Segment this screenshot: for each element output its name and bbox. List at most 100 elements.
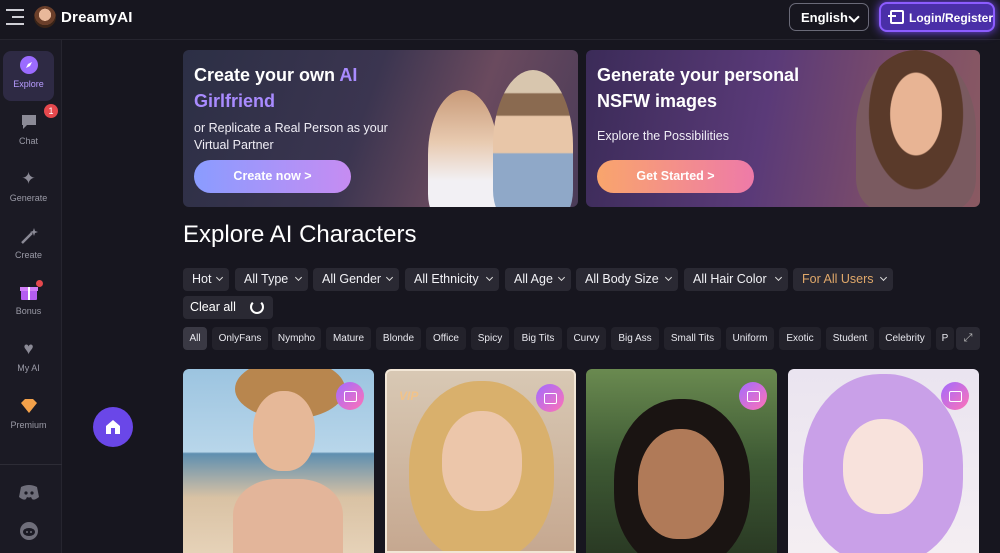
tag-nympho[interactable]: Nympho <box>272 327 321 350</box>
vip-badge: VIP <box>399 389 419 403</box>
login-register-button[interactable]: Login/Register <box>879 2 995 32</box>
language-select[interactable]: English <box>789 3 869 31</box>
generate-image-icon[interactable] <box>536 384 564 412</box>
get-started-button[interactable]: Get Started > <box>597 160 754 193</box>
tag-student[interactable]: Student <box>826 327 874 350</box>
banner-character-image <box>428 90 498 207</box>
chevron-down-icon <box>774 273 783 282</box>
character-card[interactable] <box>183 369 374 553</box>
character-card[interactable] <box>788 369 979 553</box>
filter-label: Hot <box>192 272 212 286</box>
banner-subtitle-line: or Replicate a Real Person as your <box>194 121 388 135</box>
chevron-down-icon <box>385 273 394 282</box>
filter-gender[interactable]: All Gender <box>313 268 399 291</box>
banner-title: Create your own AI Girlfriend <box>194 62 357 114</box>
chevron-down-icon <box>557 273 566 282</box>
generate-image-icon[interactable] <box>941 382 969 410</box>
sidebar-divider <box>0 464 62 465</box>
nsfw-images-banner[interactable]: Generate your personal NSFW images Explo… <box>586 50 980 207</box>
tag-uniform[interactable]: Uniform <box>726 327 774 350</box>
tag-office[interactable]: Office <box>426 327 466 350</box>
tag-big-ass[interactable]: Big Ass <box>611 327 659 350</box>
tag-all[interactable]: All <box>183 327 207 350</box>
menu-icon[interactable] <box>6 8 26 26</box>
sidebar-item-explore[interactable]: Explore <box>3 51 54 101</box>
banner-subtitle-line: Virtual Partner <box>194 138 274 152</box>
magic-wand-icon <box>19 226 39 246</box>
generate-image-icon[interactable] <box>336 382 364 410</box>
sidebar-item-my-ai[interactable]: ♥ My AI <box>3 335 54 385</box>
filter-body-size[interactable]: All Body Size <box>576 268 678 291</box>
sidebar: Explore Chat ✦ Generate Create Bonus ♥ M… <box>0 40 62 553</box>
character-card[interactable]: VIP <box>385 369 576 553</box>
home-floating-button[interactable] <box>93 407 133 447</box>
reddit-icon[interactable] <box>19 521 39 541</box>
character-image <box>442 411 522 511</box>
heart-icon: ♥ <box>23 339 34 358</box>
chat-icon <box>19 112 39 132</box>
top-bar: DreamyAI English Login/Register <box>0 0 1000 40</box>
banner-character-image <box>493 70 573 207</box>
tag-curvy[interactable]: Curvy <box>567 327 606 350</box>
character-card[interactable] <box>586 369 777 553</box>
filter-label: All Ethnicity <box>414 272 479 286</box>
banner-subtitle: or Replicate a Real Person as your Virtu… <box>194 120 388 154</box>
filter-label: All Gender <box>322 272 382 286</box>
filter-label: All Body Size <box>585 272 659 286</box>
tag-spicy[interactable]: Spicy <box>471 327 509 350</box>
ai-girlfriend-banner[interactable]: Create your own AI Girlfriend or Replica… <box>183 50 578 207</box>
sidebar-item-bonus[interactable]: Bonus <box>3 278 54 328</box>
sidebar-item-label: Chat <box>18 136 38 146</box>
create-now-button[interactable]: Create now > <box>194 160 351 193</box>
clear-all-button[interactable]: Clear all <box>183 296 273 319</box>
discord-icon[interactable] <box>18 484 40 502</box>
tag-blonde[interactable]: Blonde <box>376 327 421 350</box>
brand-name[interactable]: DreamyAI <box>61 9 133 26</box>
chevron-down-icon <box>879 273 888 282</box>
filter-label: All Type <box>244 272 289 286</box>
tag-exotic[interactable]: Exotic <box>779 327 821 350</box>
sidebar-item-label: Premium <box>10 420 47 430</box>
tag-big-tits[interactable]: Big Tits <box>514 327 562 350</box>
language-label: English <box>801 10 848 25</box>
chevron-down-icon <box>485 273 494 282</box>
sidebar-item-premium[interactable]: Premium <box>3 392 54 442</box>
refresh-icon <box>250 300 264 314</box>
chevron-down-icon <box>215 273 224 282</box>
sidebar-item-label: Explore <box>13 79 44 89</box>
filter-label: All Hair Color <box>693 272 767 286</box>
banner-title-text: NSFW images <box>597 91 718 111</box>
sidebar-item-label: Bonus <box>15 306 42 316</box>
sidebar-item-label: My AI <box>17 363 40 373</box>
banner-subtitle: Explore the Possibilities <box>597 129 730 143</box>
login-label: Login/Register <box>909 11 994 25</box>
banner-title: Generate your personal NSFW images <box>597 62 799 114</box>
character-image <box>233 479 343 553</box>
tag-onlyfans[interactable]: OnlyFans <box>212 327 268 350</box>
filter-age[interactable]: All Age <box>505 268 571 291</box>
brand-logo[interactable] <box>34 6 56 28</box>
character-image <box>253 391 315 471</box>
banner-character-image <box>856 50 976 207</box>
home-icon <box>106 420 120 434</box>
filter-ethnicity[interactable]: All Ethnicity <box>405 268 499 291</box>
filter-hair-color[interactable]: All Hair Color <box>684 268 788 291</box>
character-image <box>638 429 724 539</box>
banner-title-text: Create your own <box>194 65 340 85</box>
tag-mature[interactable]: Mature <box>326 327 371 350</box>
filter-audience[interactable]: For All Users <box>793 268 893 291</box>
tag-small-tits[interactable]: Small Tits <box>664 327 721 350</box>
filter-label: For All Users <box>802 272 874 286</box>
expand-tags-icon[interactable]: ⤢ <box>956 327 980 350</box>
filter-type[interactable]: All Type <box>235 268 308 291</box>
chat-notification-badge: 1 <box>44 104 58 118</box>
tag-celebrity[interactable]: Celebrity <box>879 327 931 350</box>
generate-image-icon[interactable] <box>739 382 767 410</box>
tag-truncated[interactable]: P <box>936 327 954 350</box>
sidebar-item-generate[interactable]: ✦ Generate <box>3 165 54 215</box>
chevron-down-icon <box>294 273 303 282</box>
filter-sort[interactable]: Hot <box>183 268 229 291</box>
sidebar-item-create[interactable]: Create <box>3 222 54 272</box>
banner-title-accent: Girlfriend <box>194 91 276 111</box>
login-icon <box>888 10 904 24</box>
